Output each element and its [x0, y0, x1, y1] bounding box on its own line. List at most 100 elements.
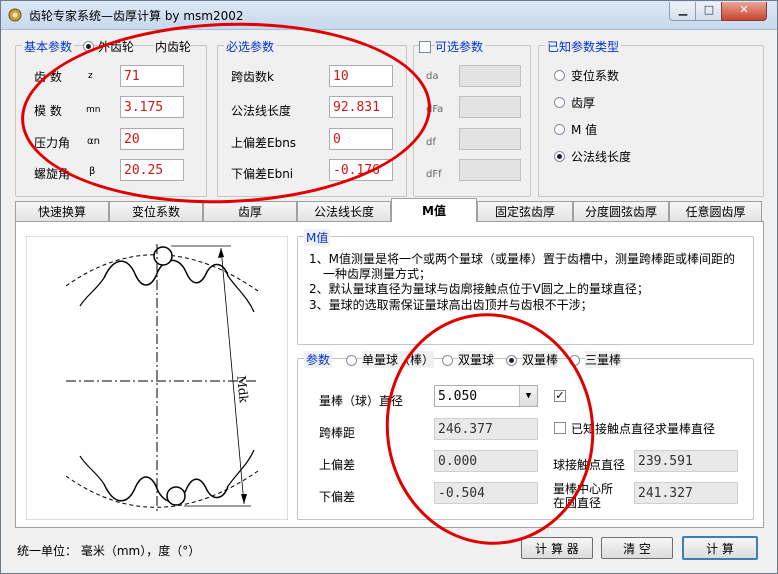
minimize-button[interactable]: ▁: [669, 2, 697, 21]
lower-deviation-input[interactable]: -0.176: [329, 159, 393, 181]
span-lower-label: 下偏差: [319, 490, 356, 504]
known-tangent-label: 公法线长度: [571, 150, 632, 164]
tab-base-tangent[interactable]: 公法线长度: [297, 201, 391, 221]
known-tangent-radio[interactable]: [554, 151, 565, 162]
close-icon: ✕: [739, 3, 749, 16]
helix-angle-symbol: β: [89, 166, 96, 177]
double-rod-radio[interactable]: [506, 355, 517, 366]
double-ball-radio[interactable]: [442, 355, 453, 366]
basic-params-title: 基本参数: [22, 38, 75, 55]
triple-rod-label: 三量棒: [585, 351, 622, 368]
tab-chordal-pitch[interactable]: 分度圆弦齿厚: [573, 201, 669, 221]
span-distance-label: 跨棒距: [319, 426, 356, 440]
df-input[interactable]: [459, 128, 521, 150]
span-teeth-input[interactable]: 10: [329, 65, 393, 87]
span-upper-output: 0.000: [434, 450, 538, 472]
teeth-symbol: z: [88, 71, 93, 81]
external-gear-radio[interactable]: [83, 41, 94, 52]
df-label: df: [426, 137, 436, 148]
span-lower-output: -0.504: [434, 482, 538, 504]
da-label: da: [426, 71, 439, 82]
known-contact-label: 已知接触点直径求量棒直径: [571, 422, 716, 436]
triple-rod-radio[interactable]: [569, 355, 580, 366]
module-label: 模 数: [34, 104, 62, 118]
minimize-icon: ▁: [678, 3, 688, 16]
window-title: 齿轮专家系统—齿厚计算 by msm2002: [29, 9, 244, 23]
upper-deviation-label: 上偏差Ebns: [231, 136, 297, 150]
ball-diameter-value: 5.050: [438, 389, 478, 404]
dfa-label: dFa: [426, 104, 444, 115]
m-value-diagram: Mdk: [26, 236, 288, 520]
known-shift-radio[interactable]: [554, 70, 565, 81]
span-teeth-label: 跨齿数k: [231, 70, 274, 84]
known-thickness-radio[interactable]: [554, 97, 565, 108]
helix-angle-label: 螺旋角: [34, 167, 71, 181]
known-thickness-label: 齿厚: [571, 96, 596, 110]
da-input[interactable]: [459, 65, 521, 87]
module-symbol: mn: [86, 105, 101, 115]
calculator-button[interactable]: 计 算 器: [521, 537, 593, 559]
mdk-label: Mdk: [234, 375, 251, 404]
tab-m-value[interactable]: M值: [391, 198, 477, 222]
center-diameter-output: 241.327: [634, 482, 738, 504]
params-title: 参数: [304, 351, 333, 368]
tab-arbitrary-circle[interactable]: 任意圆齿厚: [669, 201, 762, 221]
maximize-icon: □: [703, 3, 715, 16]
span-upper-label: 上偏差: [319, 458, 356, 472]
units-note: 统一单位： 毫米（mm），度（°）: [17, 544, 201, 558]
internal-gear-label: 内齿轮: [155, 38, 192, 55]
single-ball-radio[interactable]: [346, 355, 357, 366]
center-diameter-label-2: 在圆直径: [553, 496, 602, 510]
tab-shift-coefficient[interactable]: 变位系数: [109, 201, 203, 221]
single-ball-label: 单量球（棒）: [362, 351, 435, 368]
chevron-down-icon[interactable]: ▼: [519, 386, 537, 406]
pressure-angle-label: 压力角: [34, 136, 71, 150]
clear-button[interactable]: 清 空: [601, 537, 673, 559]
pressure-angle-input[interactable]: 20: [120, 128, 184, 150]
tab-tooth-thickness[interactable]: 齿厚: [203, 201, 297, 221]
tab-quick-convert[interactable]: 快速换算: [15, 201, 109, 221]
compute-button[interactable]: 计 算: [682, 536, 758, 560]
known-type-title: 已知参数类型: [545, 38, 622, 55]
m-description-title: M值: [304, 229, 331, 246]
title-bar: 齿轮专家系统—齿厚计算 by msm2002 ▁ □ ✕: [1, 1, 777, 30]
contact-diameter-label: 球接触点直径: [553, 458, 626, 472]
check-icon: ✓: [555, 389, 565, 402]
known-contact-checkbox[interactable]: [554, 422, 566, 434]
double-rod-label: 双量棒: [522, 351, 559, 368]
optional-params-checkbox[interactable]: [419, 41, 431, 53]
ball-diameter-label: 量棒（球）直径: [319, 394, 404, 408]
m-description-line-3: 2、默认量球直径为量球与齿廓接触点位于V圆之上的量球直径；: [309, 282, 649, 296]
gear-icon: [8, 8, 22, 22]
basic-params-label: 基本参数: [24, 40, 73, 54]
teeth-label: 齿 数: [34, 70, 62, 84]
ball-diameter-checkbox[interactable]: ✓: [554, 390, 566, 402]
tab-chordal-fixed[interactable]: 固定弦齿厚: [477, 201, 573, 221]
lower-deviation-label: 下偏差Ebni: [231, 167, 294, 181]
double-ball-label: 双量球: [458, 351, 495, 368]
required-params-title: 必选参数: [224, 38, 277, 55]
base-tangent-input[interactable]: 92.831: [329, 96, 393, 118]
span-distance-output: 246.377: [434, 418, 538, 440]
dff-label: dFf: [426, 169, 442, 180]
module-input[interactable]: 3.175: [120, 96, 184, 118]
known-shift-label: 变位系数: [571, 69, 620, 83]
upper-deviation-input[interactable]: 0: [329, 128, 393, 150]
base-tangent-label: 公法线长度: [231, 104, 292, 118]
maximize-button[interactable]: □: [695, 2, 723, 21]
contact-diameter-output: 239.591: [634, 450, 738, 472]
optional-params-title: 可选参数: [435, 38, 486, 55]
close-button[interactable]: ✕: [721, 2, 767, 21]
known-m-radio[interactable]: [554, 124, 565, 135]
helix-angle-input[interactable]: 20.25: [120, 159, 184, 181]
app-window: 齿轮专家系统—齿厚计算 by msm2002 ▁ □ ✕ 基本参数 外齿轮 内齿…: [0, 0, 778, 574]
dfa-input[interactable]: [459, 96, 521, 118]
known-m-label: M 值: [571, 123, 598, 137]
external-gear-label: 外齿轮: [98, 38, 135, 55]
m-description-line-4: 3、量球的选取需保证量球高出齿顶并与齿根不干涉；: [309, 298, 593, 312]
ball-diameter-select[interactable]: 5.050 ▼: [434, 385, 538, 407]
teeth-input[interactable]: 71: [120, 65, 184, 87]
m-value-panel: Mdk M值 1、M值测量是将一个或两个量球（或量棒）置于齿槽中，测量跨棒距或棒…: [15, 221, 764, 528]
dff-input[interactable]: [459, 159, 521, 181]
pressure-angle-symbol: αn: [87, 136, 100, 147]
